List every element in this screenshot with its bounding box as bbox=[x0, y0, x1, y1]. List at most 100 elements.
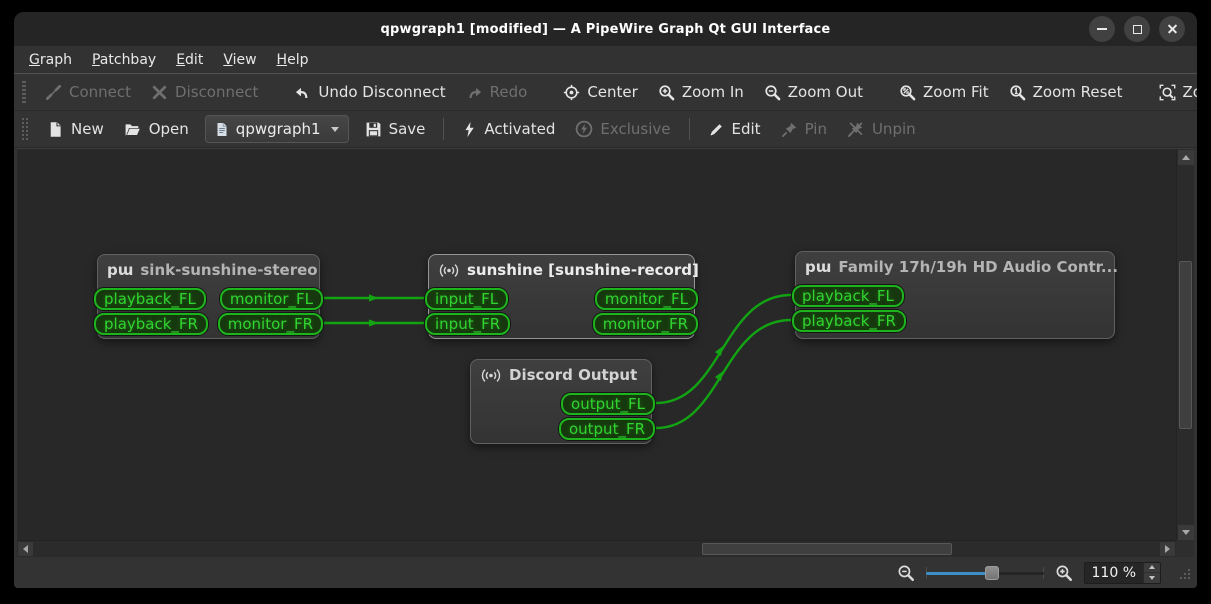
slider-track-filled bbox=[925, 571, 992, 575]
edit-button[interactable]: Edit bbox=[698, 115, 771, 143]
zoom-fit-icon bbox=[899, 84, 916, 101]
pin-button[interactable]: Pin bbox=[771, 115, 837, 143]
horizontal-scrollbar[interactable] bbox=[17, 540, 1176, 557]
undo-disconnect-button[interactable]: Undo Disconnect bbox=[284, 78, 455, 106]
zoom-percent-spinbox[interactable]: 110 % bbox=[1083, 561, 1161, 584]
node-sunshine[interactable]: sunshine [sunshine-record] input_FL inpu… bbox=[425, 254, 699, 339]
port-playback-fl[interactable]: playback_FL bbox=[792, 285, 904, 307]
maximize-button[interactable] bbox=[1124, 16, 1150, 42]
open-button[interactable]: Open bbox=[114, 115, 199, 143]
scrollbar-corner bbox=[1176, 540, 1194, 557]
port-output-fl[interactable]: output_FL bbox=[561, 393, 655, 415]
zoom-percent-value: 110 % bbox=[1091, 564, 1136, 581]
scroll-left-arrow-icon bbox=[23, 545, 28, 553]
edit-button-label: Edit bbox=[731, 120, 761, 138]
scroll-up-button[interactable] bbox=[1178, 150, 1194, 165]
new-button[interactable]: New bbox=[37, 115, 114, 143]
node-discord-output[interactable]: Discord Output output_FL output_FR bbox=[470, 359, 655, 444]
toolbar-drag-handle[interactable] bbox=[22, 118, 28, 140]
port-monitor-fr[interactable]: monitor_FR bbox=[592, 313, 698, 335]
save-button[interactable]: Save bbox=[355, 115, 436, 143]
zoom-reset-icon bbox=[1009, 84, 1026, 101]
zoom-in-icon bbox=[658, 84, 675, 101]
horizontal-scrollbar-thumb[interactable] bbox=[702, 543, 952, 555]
center-button[interactable]: Center bbox=[553, 78, 648, 106]
close-button[interactable] bbox=[1159, 16, 1185, 42]
port-monitor-fl[interactable]: monitor_FL bbox=[219, 288, 323, 310]
scroll-down-arrow-icon bbox=[1182, 530, 1190, 535]
disconnect-button[interactable]: Disconnect bbox=[141, 78, 268, 106]
connections-layer bbox=[324, 293, 792, 430]
activated-button[interactable]: Activated bbox=[452, 115, 565, 143]
zoom-in-button[interactable]: Zoom In bbox=[648, 78, 754, 106]
menu-edit[interactable]: Edit bbox=[167, 49, 212, 71]
zoom-out-icon bbox=[897, 564, 915, 582]
scroll-right-button[interactable] bbox=[1160, 542, 1175, 556]
chevron-down-icon bbox=[330, 126, 339, 132]
zoom-slider[interactable] bbox=[925, 564, 1044, 582]
zoom-out-button[interactable]: Zoom Out bbox=[754, 78, 873, 106]
connection-monitor-fr-input-fr[interactable] bbox=[324, 319, 424, 327]
spin-down-button[interactable] bbox=[1144, 573, 1160, 583]
unpin-button[interactable]: Unpin bbox=[837, 115, 926, 143]
menu-graph[interactable]: Graph bbox=[20, 49, 81, 71]
scroll-down-button[interactable] bbox=[1178, 525, 1194, 540]
statusbar-zoom-out-button[interactable] bbox=[895, 562, 917, 584]
window-title: qpwgraph1 [modified] — A PipeWire Graph … bbox=[380, 21, 831, 37]
menu-view[interactable]: View bbox=[214, 49, 265, 71]
port-playback-fl[interactable]: playback_FL bbox=[94, 288, 206, 310]
vertical-scrollbar-thumb[interactable] bbox=[1179, 261, 1192, 429]
toolbar-drag-handle[interactable] bbox=[22, 81, 26, 103]
node-title: Discord Output bbox=[509, 366, 638, 384]
spin-up-arrow-icon bbox=[1149, 565, 1155, 570]
statusbar-zoom-in-button[interactable] bbox=[1053, 562, 1075, 584]
zoom-range-button[interactable]: Zoom Range bbox=[1149, 78, 1197, 106]
port-playback-fr[interactable]: playback_FR bbox=[792, 310, 906, 332]
activated-button-label: Activated bbox=[484, 120, 556, 138]
scroll-left-button[interactable] bbox=[18, 542, 33, 556]
zoom-out-button-label: Zoom Out bbox=[787, 83, 863, 101]
port-monitor-fl[interactable]: monitor_FL bbox=[594, 288, 698, 310]
toolbar-file: New Open qpwgraph1 Save Activated Exclus… bbox=[14, 111, 1197, 148]
window-resize-grip[interactable] bbox=[1178, 567, 1191, 586]
scroll-up-arrow-icon bbox=[1182, 155, 1190, 160]
app-window: qpwgraph1 [modified] — A PipeWire Graph … bbox=[14, 12, 1197, 588]
new-file-icon bbox=[47, 121, 64, 138]
menu-patchbay[interactable]: Patchbay bbox=[83, 49, 165, 71]
port-input-fr[interactable]: input_FR bbox=[425, 313, 511, 335]
minimize-button[interactable] bbox=[1089, 16, 1115, 42]
undo-disconnect-button-label: Undo Disconnect bbox=[318, 83, 446, 101]
zoom-reset-button-label: Zoom Reset bbox=[1032, 83, 1123, 101]
connect-button[interactable]: Connect bbox=[35, 78, 141, 106]
vertical-scrollbar[interactable] bbox=[1176, 149, 1194, 541]
session-selector[interactable]: qpwgraph1 bbox=[204, 115, 349, 143]
disconnect-button-label: Disconnect bbox=[175, 83, 259, 101]
menu-help[interactable]: Help bbox=[268, 49, 318, 71]
connect-button-label: Connect bbox=[69, 83, 132, 101]
spin-up-button[interactable] bbox=[1144, 563, 1160, 573]
node-sink-sunshine-stereo[interactable]: pɯ sink-sunshine-stereo playback_FL play… bbox=[94, 254, 323, 339]
scroll-right-arrow-icon bbox=[1165, 545, 1170, 553]
center-icon bbox=[563, 84, 580, 101]
redo-button[interactable]: Redo bbox=[456, 78, 538, 106]
connection-monitor-fl-input-fl[interactable] bbox=[324, 294, 424, 302]
pin-button-label: Pin bbox=[804, 120, 827, 138]
status-bar: 110 % bbox=[14, 557, 1197, 588]
exclusive-button[interactable]: Exclusive bbox=[565, 115, 680, 143]
maximize-icon bbox=[1132, 24, 1142, 34]
zoom-slider-handle[interactable] bbox=[984, 565, 999, 580]
title-bar[interactable]: qpwgraph1 [modified] — A PipeWire Graph … bbox=[14, 12, 1197, 46]
zoom-fit-button[interactable]: Zoom Fit bbox=[889, 78, 999, 106]
zoom-reset-button[interactable]: Zoom Reset bbox=[999, 78, 1133, 106]
port-playback-fr[interactable]: playback_FR bbox=[94, 313, 208, 335]
save-icon bbox=[365, 121, 382, 138]
graph-canvas[interactable]: pɯ sink-sunshine-stereo playback_FL play… bbox=[17, 148, 1194, 557]
node-family-hd-audio[interactable]: pɯ Family 17h/19h HD Audio Contr... play… bbox=[792, 251, 1118, 339]
port-monitor-fr[interactable]: monitor_FR bbox=[217, 313, 323, 335]
port-output-fr[interactable]: output_FR bbox=[558, 418, 655, 440]
spinbox-arrows bbox=[1143, 562, 1160, 583]
redo-icon bbox=[466, 84, 483, 101]
port-input-fl[interactable]: input_FL bbox=[425, 288, 509, 310]
stream-icon bbox=[480, 367, 502, 384]
zoom-in-button-label: Zoom In bbox=[681, 83, 744, 101]
